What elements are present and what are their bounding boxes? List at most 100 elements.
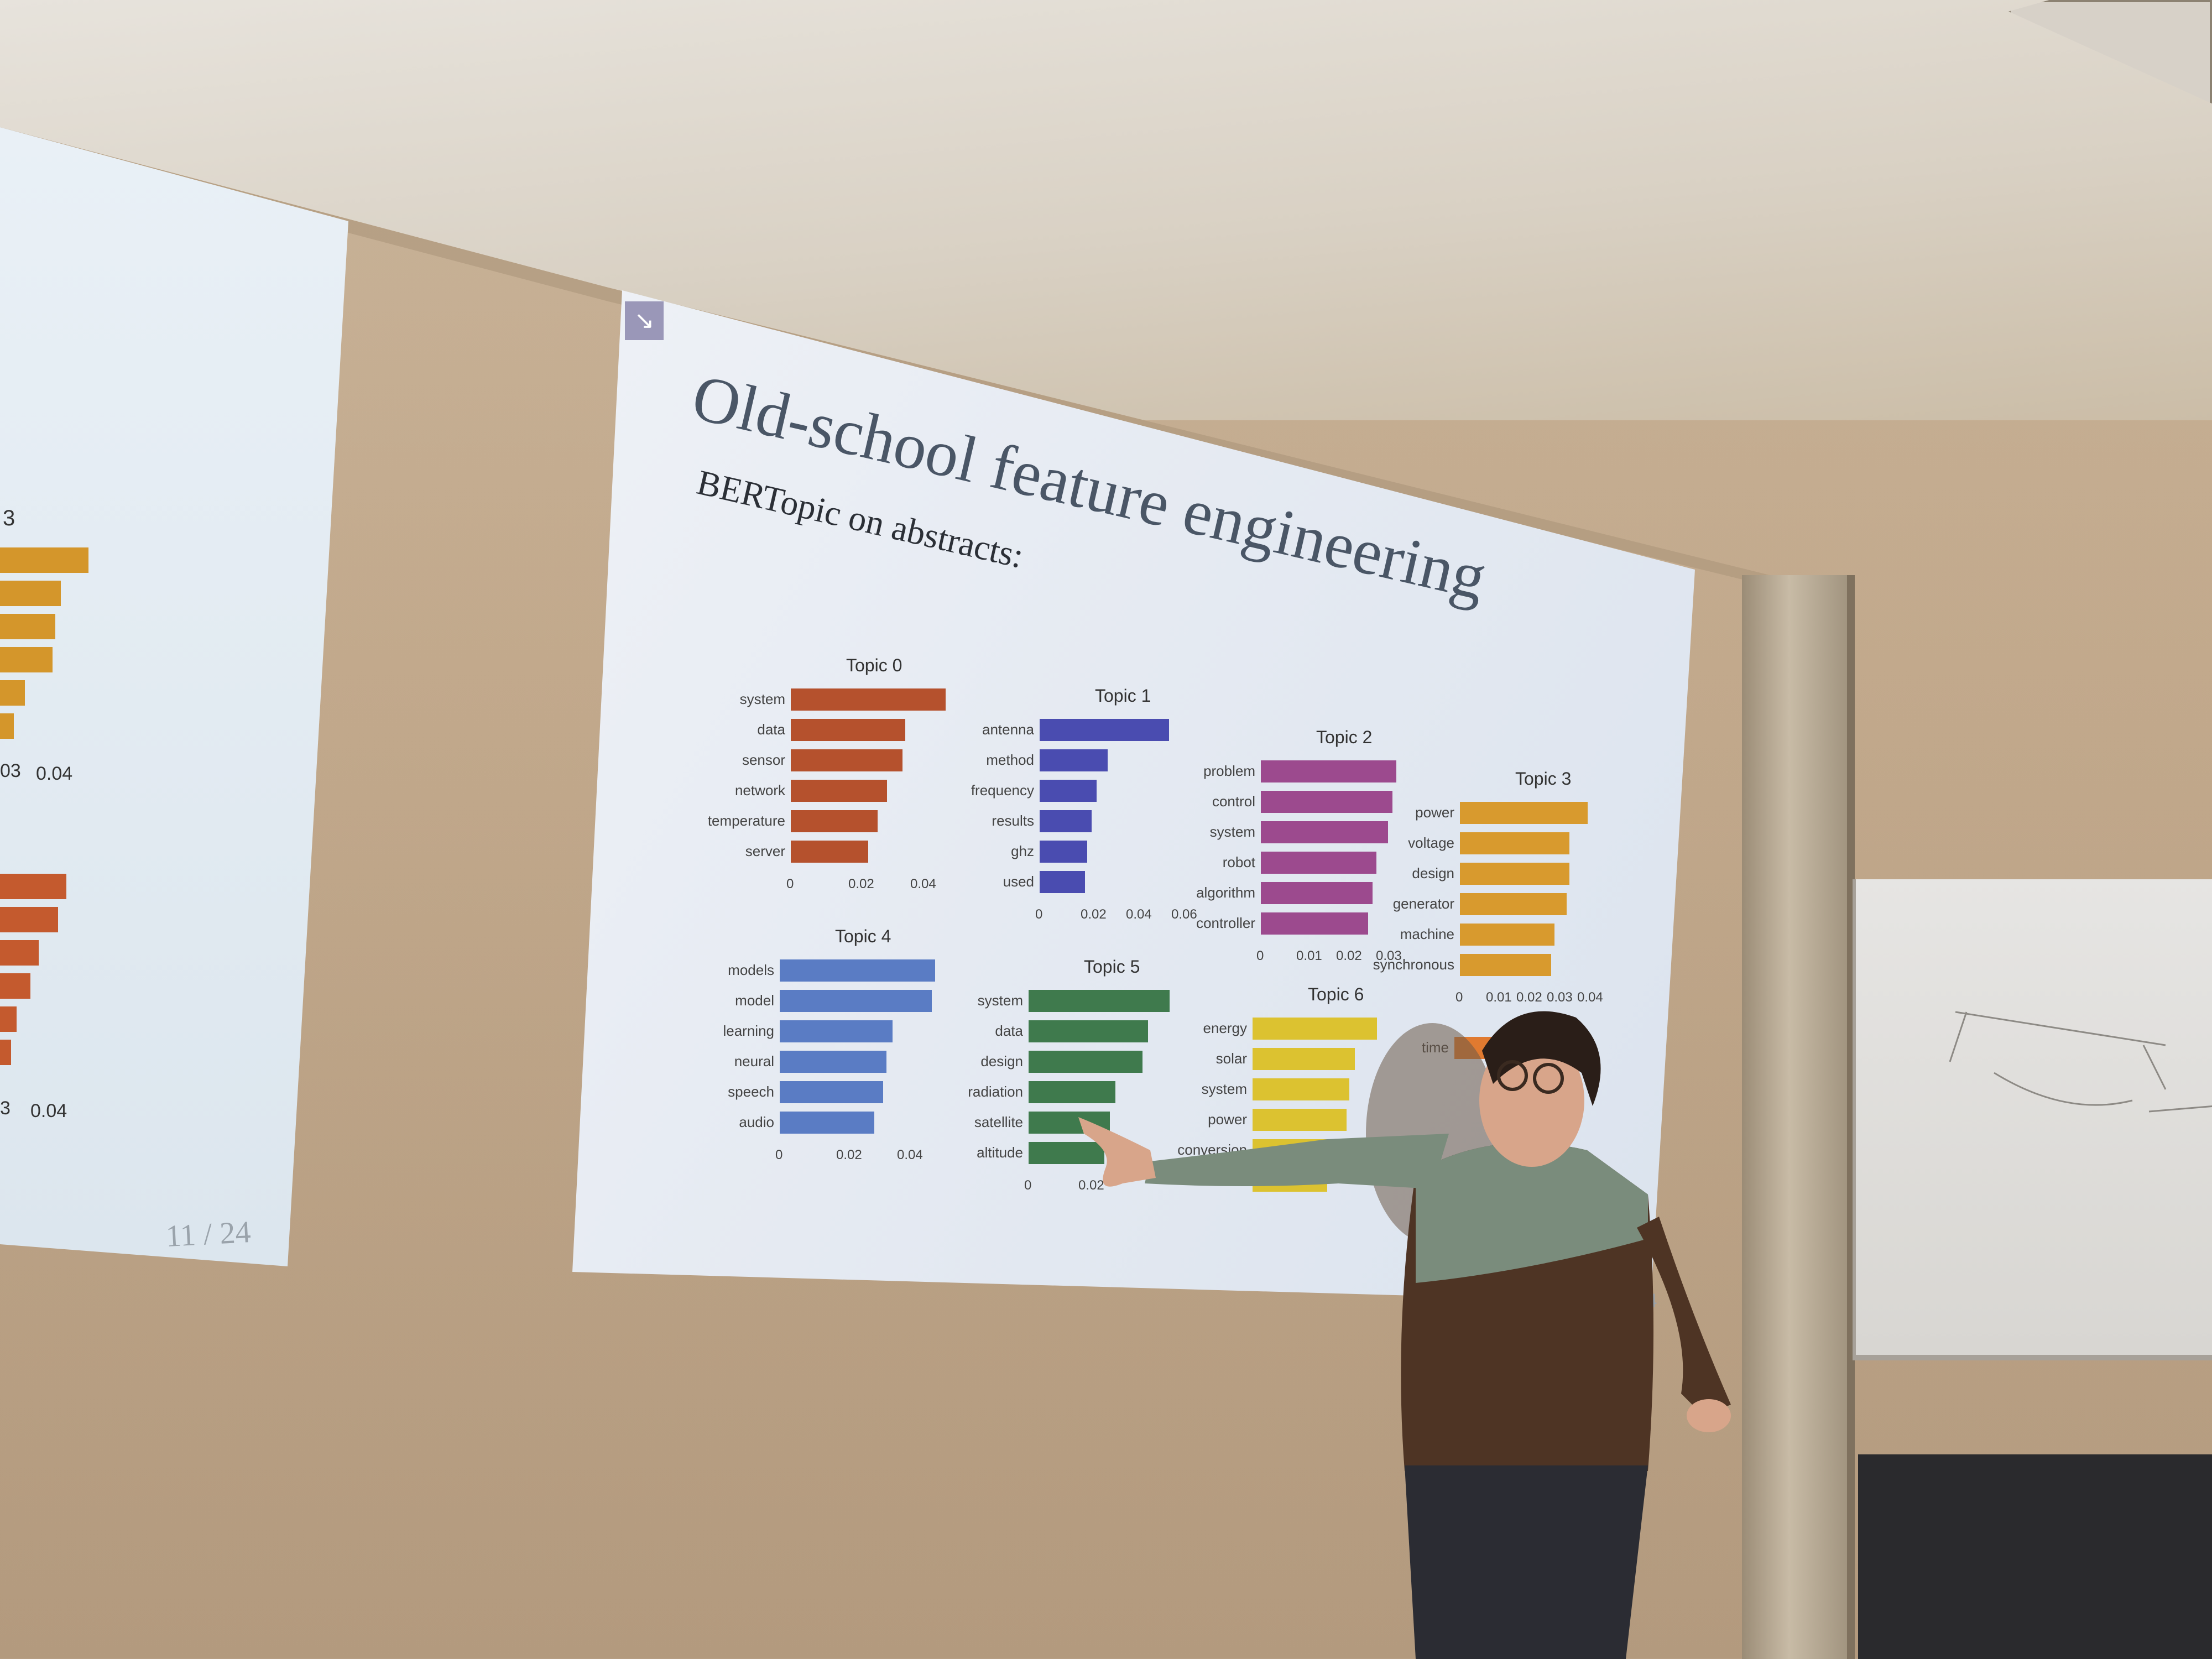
shrink-arrows-icon: ↘ [625,301,664,340]
topic-bar [791,841,868,863]
axis-tick: 0.04 [910,877,936,891]
term-label: model [735,992,774,1009]
topic-bar [1460,924,1554,946]
topic-bar [1261,852,1376,874]
topic-bar [1261,912,1368,935]
axis-tick: 0.04 [1126,907,1152,922]
cabinet [1858,1454,2212,1659]
topic-bar [1454,1037,1504,1059]
topic-bar [780,1081,883,1103]
term-label: models [728,962,774,978]
term-label: satellite [974,1114,1023,1130]
term-label: speech [728,1083,774,1100]
term-label: radiation [968,1083,1023,1100]
topic-bar [1040,780,1097,802]
topic-bar [1253,1139,1335,1161]
topic-bar [1040,841,1087,863]
term-label: altitude [977,1144,1023,1161]
topic-title: Topic 4 [835,926,891,946]
topic-bar [1253,1048,1355,1070]
topic-bar [1460,954,1551,976]
term-label: neural [734,1053,774,1070]
term-label: method [986,752,1034,768]
topic-bar [1261,882,1373,904]
term-label: network [734,782,785,799]
term-label: solar [1215,1050,1247,1067]
topic-title: Topic 5 [1084,957,1140,977]
topic-bar [1040,871,1085,893]
axis-tick: 0.01 [1486,990,1512,1005]
whiteboard-sketch [1949,1011,2212,1113]
term-label: data [995,1022,1023,1039]
term-label: voltage [1408,834,1454,851]
term-label: machine [1400,926,1454,942]
term-label: time [1421,1039,1449,1056]
topic-title: Topic 0 [846,655,902,675]
term-label: system [739,691,785,707]
topic-title: Topic 2 [1316,727,1373,747]
topic-bar [780,959,935,982]
topic-bar [780,1020,893,1042]
term-label: controller [1196,915,1255,931]
topic-title: Topic 1 [1095,686,1151,706]
topic-bar [1029,1142,1104,1164]
term-label: synchronous [1373,956,1454,973]
axis-tick: 0.02 [1078,1178,1104,1193]
term-label: energy [1203,1020,1248,1036]
term-label: ghz [1011,843,1034,859]
topic-title: Topic 3 [1515,769,1572,789]
term-label: system [1201,1081,1247,1097]
topic-bar [1029,1081,1115,1103]
topic-bar [1253,1018,1377,1040]
topic-bar [780,990,932,1012]
topic-bar [1460,893,1567,915]
topic-bar [780,1051,886,1073]
term-label: generator [1392,895,1454,912]
topic-bar [1261,760,1396,782]
topic-title: Topic 6 [1308,984,1364,1004]
axis-tick: 0 [1256,948,1264,963]
topic-bar [791,688,946,711]
axis-tick: 0.02 [1081,907,1107,922]
axis-tick: 0 [1024,1178,1032,1193]
axis-tick: 0.04 [1577,990,1603,1005]
term-label: control [1212,793,1255,810]
topic-bar [1029,1020,1148,1042]
term-label: power [1208,1111,1247,1128]
topic-bar [1040,749,1108,771]
term-label: load [1219,1172,1247,1188]
term-label: learning [723,1022,774,1039]
term-label: sensor [742,752,785,768]
term-label: system [977,992,1023,1009]
axis-tick: 0 [1035,907,1043,922]
term-label: robot [1222,854,1255,870]
axis-tick: 0 [786,877,794,891]
term-label: frequency [971,782,1034,799]
term-label: conversion [1177,1141,1247,1158]
slide-page-number: 24 [1637,1289,1657,1311]
term-label: temperature [707,812,785,829]
term-label: system [1209,823,1255,840]
wall-pillar [1742,575,1847,1659]
axis-tick: 0.02 [848,877,874,891]
axis-tick: 0.03 [1547,990,1573,1005]
topic-bar [1040,810,1092,832]
term-label: power [1415,804,1454,821]
term-label: used [1003,873,1034,890]
term-label: antenna [982,721,1034,738]
term-label: problem [1203,763,1255,779]
topic-bar [791,810,878,832]
topic-bar [791,749,902,771]
topic-bar [1029,1051,1142,1073]
topic-bar [1029,990,1170,1012]
topic-bar [780,1112,874,1134]
term-label: server [745,843,785,859]
term-label: results [992,812,1034,829]
term-label: algorithm [1196,884,1255,901]
topic-bar [1040,719,1169,741]
axis-tick: 0.02 [1336,948,1362,963]
axis-tick: 0 [1455,990,1463,1005]
topic-bar [791,780,887,802]
axis-tick: 0.02 [836,1147,862,1162]
topic-bar [1029,1112,1110,1134]
